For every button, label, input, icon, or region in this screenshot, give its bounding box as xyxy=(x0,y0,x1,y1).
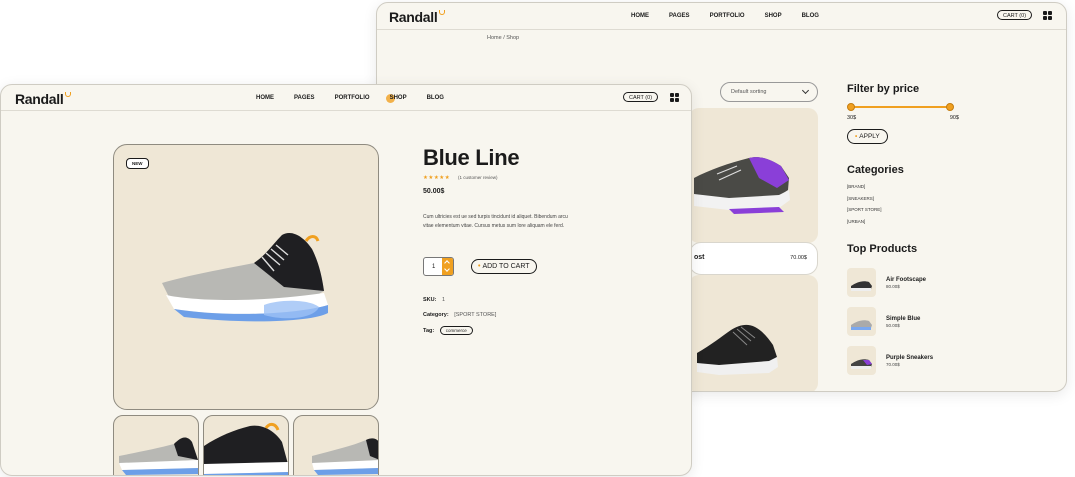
top-product-price: 80.00$ xyxy=(886,283,900,289)
purple-sneaker-image xyxy=(694,157,790,214)
category-list: [BRAND] [SNEAKERS] [SPORT STORE] [URBAN] xyxy=(847,181,1047,227)
list-item[interactable]: Air Footscape 80.00$ xyxy=(847,263,1047,302)
top-products-list: Air Footscape 80.00$ Simple Blue 50.00$ … xyxy=(847,263,1047,380)
sku-row: SKU: 1 xyxy=(423,297,445,303)
slider-max-handle[interactable] xyxy=(946,103,954,111)
product-thumbnail xyxy=(847,307,876,336)
top-product-price: 50.00$ xyxy=(886,322,900,328)
menu-grid-icon[interactable] xyxy=(1043,11,1052,20)
sku-value: 1 xyxy=(441,297,446,303)
apply-button[interactable]: • APPLY xyxy=(847,129,888,144)
sku-label: SKU: xyxy=(423,297,437,303)
shop-header: Randall HOME PAGES PORTFOLIO SHOP BLOG C… xyxy=(377,3,1066,30)
price-min: 30$ xyxy=(847,115,857,121)
top-products-title: Top Products xyxy=(847,243,918,255)
top-product-name: Simple Blue xyxy=(886,315,921,322)
logo[interactable]: Randall xyxy=(15,91,72,107)
slider-track xyxy=(851,106,950,108)
category-row: Category: [SPORT STORE] xyxy=(423,312,496,318)
category-brand[interactable]: [BRAND] xyxy=(847,181,1047,193)
category-urban[interactable]: [URBAN] xyxy=(847,216,1047,228)
nav-blog[interactable]: BLOG xyxy=(427,95,444,101)
quantity-spinner[interactable] xyxy=(442,258,453,275)
logo-text: Randall xyxy=(15,91,64,107)
logo-text: Randall xyxy=(389,9,438,25)
product-thumbnail xyxy=(847,268,876,297)
product-card-info[interactable]: ost 70.00$ xyxy=(689,242,818,275)
quantity-value: 1 xyxy=(432,264,436,270)
nav-shop[interactable]: SHOP xyxy=(765,13,782,19)
top-product-name: Air Footscape xyxy=(886,276,927,283)
filter-title: Filter by price xyxy=(847,83,920,95)
category-sport-store[interactable]: [SPORT STORE] xyxy=(847,204,1047,216)
category-sneakers[interactable]: [SNEAKERS] xyxy=(847,193,1047,205)
nav-home[interactable]: HOME xyxy=(631,13,649,19)
list-item[interactable]: Purple Sneakers 70.00$ xyxy=(847,341,1047,380)
chevron-up-icon[interactable] xyxy=(444,260,450,266)
nav-shop-label: SHOP xyxy=(389,95,407,101)
slider-min-handle[interactable] xyxy=(847,103,855,111)
black-sneaker-image xyxy=(697,324,778,375)
smile-icon xyxy=(65,92,72,97)
nav-blog[interactable]: BLOG xyxy=(802,13,819,19)
price-slider[interactable] xyxy=(847,103,954,111)
blue-sneaker-image xyxy=(162,232,328,322)
top-product-name: Purple Sneakers xyxy=(886,354,934,361)
product-card-image[interactable] xyxy=(689,275,818,391)
cart-button[interactable]: CART (0) xyxy=(623,92,659,102)
sort-select[interactable]: Default sorting xyxy=(720,82,818,102)
main-nav: HOME PAGES PORTFOLIO SHOP BLOG xyxy=(256,94,444,103)
tag-row: Tag: commerce xyxy=(423,326,473,335)
product-card-image[interactable] xyxy=(689,108,818,243)
product-name: ost xyxy=(694,254,705,261)
hero-screenshot: Randall HOME PAGES PORTFOLIO SHOP BLOG C… xyxy=(0,0,1075,477)
price-range: 30$ 90$ xyxy=(847,115,959,121)
nav-shop[interactable]: SHOP xyxy=(385,94,407,103)
nav-pages[interactable]: PAGES xyxy=(669,13,690,19)
product-main-image[interactable]: NEW xyxy=(113,144,379,410)
product-price: 70.00$ xyxy=(790,255,807,261)
nav-home[interactable]: HOME xyxy=(256,95,274,101)
tag-label: Tag: xyxy=(423,328,435,334)
top-product-price: 70.00$ xyxy=(886,361,900,367)
star-rating: ★★★★★ xyxy=(423,175,451,181)
category-link[interactable]: [SPORT STORE] xyxy=(454,312,496,318)
breadcrumb: Home / Shop xyxy=(487,35,520,41)
product-thumbnail xyxy=(847,346,876,375)
apply-label: APPLY xyxy=(859,133,880,140)
product-thumbnail[interactable] xyxy=(293,415,379,475)
product-header: Randall HOME PAGES PORTFOLIO SHOP BLOG C… xyxy=(1,85,691,111)
product-thumbnail[interactable] xyxy=(113,415,199,475)
nav-portfolio[interactable]: PORTFOLIO xyxy=(710,13,745,19)
product-title: Blue Line xyxy=(423,145,520,170)
menu-grid-icon[interactable] xyxy=(670,93,679,102)
list-item[interactable]: Simple Blue 50.00$ xyxy=(847,302,1047,341)
smile-icon xyxy=(439,10,446,15)
logo[interactable]: Randall xyxy=(389,9,446,25)
add-to-cart-button[interactable]: • ADD TO CART xyxy=(471,259,537,274)
cart-button[interactable]: CART (0) xyxy=(997,10,1033,20)
review-count-link[interactable]: (1 customer review) xyxy=(458,175,498,180)
category-label: Category: xyxy=(423,312,449,318)
bullet-icon: • xyxy=(855,133,858,140)
shop-sidebar: Filter by price 30$ 90$ • APPLY Categorie… xyxy=(847,83,1047,380)
categories-title: Categories xyxy=(847,164,904,176)
quantity-stepper[interactable]: 1 xyxy=(423,257,454,276)
nav-portfolio[interactable]: PORTFOLIO xyxy=(335,95,370,101)
product-window: Randall HOME PAGES PORTFOLIO SHOP BLOG C… xyxy=(0,84,692,476)
product-thumbnail[interactable] xyxy=(203,415,289,475)
bullet-icon: • xyxy=(478,263,481,270)
main-nav: HOME PAGES PORTFOLIO SHOP BLOG xyxy=(631,13,819,19)
add-to-cart-label: ADD TO CART xyxy=(482,263,530,270)
product-price: 50.00$ xyxy=(423,188,445,195)
chevron-down-icon[interactable] xyxy=(444,266,450,272)
product-description: Cum ultricies est ue sed turpis tincidun… xyxy=(423,214,568,229)
price-max: 90$ xyxy=(949,115,959,121)
sort-select-label: Default sorting xyxy=(731,89,767,95)
nav-pages[interactable]: PAGES xyxy=(294,95,315,101)
chevron-down-icon xyxy=(801,86,810,95)
tag-pill[interactable]: commerce xyxy=(439,326,473,335)
